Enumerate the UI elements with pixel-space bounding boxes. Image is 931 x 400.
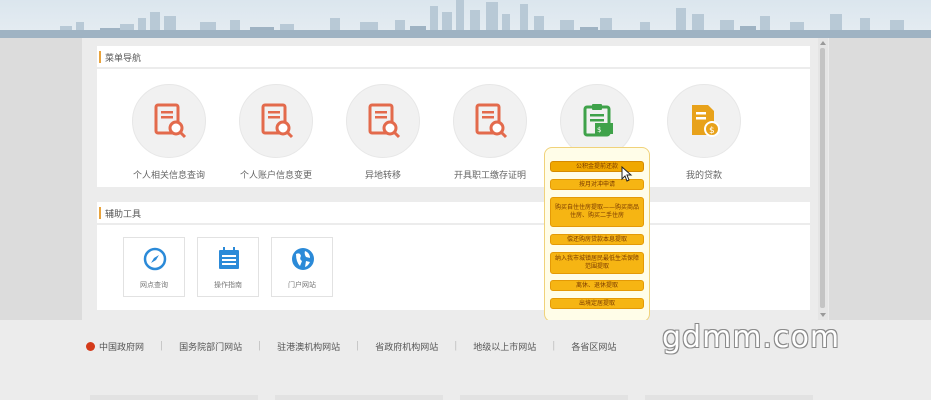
menu-nav-title: 菜单导航 bbox=[105, 54, 142, 64]
scroll-down-arrow[interactable] bbox=[820, 313, 826, 317]
popup-option[interactable]: 偿还购房贷款本息提取 bbox=[550, 234, 644, 245]
footer-card-strip bbox=[90, 395, 830, 400]
watermark: gdmm.com bbox=[662, 320, 841, 355]
aux-tools-header: 辅助工具 bbox=[97, 202, 810, 224]
footer-link[interactable]: 地级以上市网站 bbox=[473, 340, 536, 353]
mouse-cursor-icon bbox=[621, 166, 633, 182]
section-accent-bar bbox=[99, 51, 101, 63]
footer-separator: | bbox=[454, 341, 458, 351]
menu-item-label: 我的贷款 bbox=[685, 171, 722, 181]
menu-nav-header: 菜单导航 bbox=[97, 46, 810, 68]
section-accent-bar bbox=[99, 207, 101, 219]
footer-separator: | bbox=[356, 341, 360, 351]
popup-option[interactable]: 出境定居提取 bbox=[550, 298, 644, 309]
tool-portal-site[interactable]: 门户网站 bbox=[271, 237, 333, 297]
footer-link[interactable]: 中国政府网 bbox=[99, 340, 144, 353]
menu-item-label: 个人相关信息查询 bbox=[132, 171, 205, 181]
footer-separator: | bbox=[552, 341, 556, 351]
document-search-icon bbox=[453, 84, 527, 158]
popup-option[interactable]: 纳入我市城镇居民最低生活保障范围提取 bbox=[550, 252, 644, 274]
menu-item-remote-transfer[interactable]: 异地转移 bbox=[328, 84, 438, 194]
withdrawal-popup-menu: 公积金提前还款 按月对冲申请 购买自住住房提取——购买商品住房、购买二手住房 偿… bbox=[544, 147, 650, 322]
menu-item-label: 开具职工缴存证明 bbox=[453, 171, 526, 181]
footer-separator: | bbox=[258, 341, 262, 351]
vertical-scrollbar[interactable] bbox=[818, 38, 828, 320]
footer-link[interactable]: 驻港澳机构网站 bbox=[277, 340, 340, 353]
footer-link[interactable]: 省政府机构网站 bbox=[375, 340, 438, 353]
scroll-thumb[interactable] bbox=[820, 48, 825, 308]
globe-icon bbox=[292, 248, 314, 270]
svg-text:$: $ bbox=[597, 126, 601, 134]
menu-nav-body: 个人相关信息查询 个人账户信息变更 异地转移 开具职工缴存证明 $ $ 我的贷款 bbox=[97, 69, 810, 187]
calendar-guide-icon bbox=[219, 247, 239, 269]
loan-document-icon: $ bbox=[667, 84, 741, 158]
menu-item-personal-info-query[interactable]: 个人相关信息查询 bbox=[114, 84, 224, 194]
tool-outlet-query[interactable]: 网点查询 bbox=[123, 237, 185, 297]
tool-operation-guide[interactable]: 操作指南 bbox=[197, 237, 259, 297]
compass-icon bbox=[143, 247, 167, 271]
popup-option[interactable]: 离休、退休提取 bbox=[550, 280, 644, 291]
menu-item-label: 异地转移 bbox=[364, 171, 401, 181]
tool-label: 门户网站 bbox=[288, 281, 316, 289]
national-emblem-icon bbox=[86, 341, 95, 351]
menu-item-label: 个人账户信息变更 bbox=[239, 171, 312, 181]
skyline-banner bbox=[0, 0, 931, 38]
svg-text:$: $ bbox=[709, 126, 715, 136]
scroll-up-arrow[interactable] bbox=[820, 41, 826, 45]
aux-tools-body: 网点查询 操作指南 门户网站 bbox=[97, 225, 810, 310]
document-search-icon bbox=[346, 84, 420, 158]
menu-item-account-info-change[interactable]: 个人账户信息变更 bbox=[221, 84, 331, 194]
document-search-icon bbox=[239, 84, 313, 158]
footer-link[interactable]: 国务院部门网站 bbox=[179, 340, 242, 353]
footer-separator: | bbox=[160, 341, 164, 351]
popup-option[interactable]: 购买自住住房提取——购买商品住房、购买二手住房 bbox=[550, 197, 644, 227]
aux-tools-title: 辅助工具 bbox=[105, 210, 142, 220]
menu-item-my-loans[interactable]: $ 我的贷款 bbox=[649, 84, 759, 194]
footer-links: 中国政府网 | 国务院部门网站 | 驻港澳机构网站 | 省政府机构网站 | 地级… bbox=[86, 339, 616, 353]
footer-link[interactable]: 各省区网站 bbox=[571, 340, 616, 353]
menu-item-deposit-certificate[interactable]: 开具职工缴存证明 bbox=[435, 84, 545, 194]
main-panel: 菜单导航 个人相关信息查询 个人账户信息变更 异地转移 开具职工缴存证明 $ $… bbox=[97, 46, 810, 310]
tool-label: 操作指南 bbox=[214, 281, 242, 289]
document-search-icon bbox=[132, 84, 206, 158]
tool-label: 网点查询 bbox=[140, 281, 168, 289]
